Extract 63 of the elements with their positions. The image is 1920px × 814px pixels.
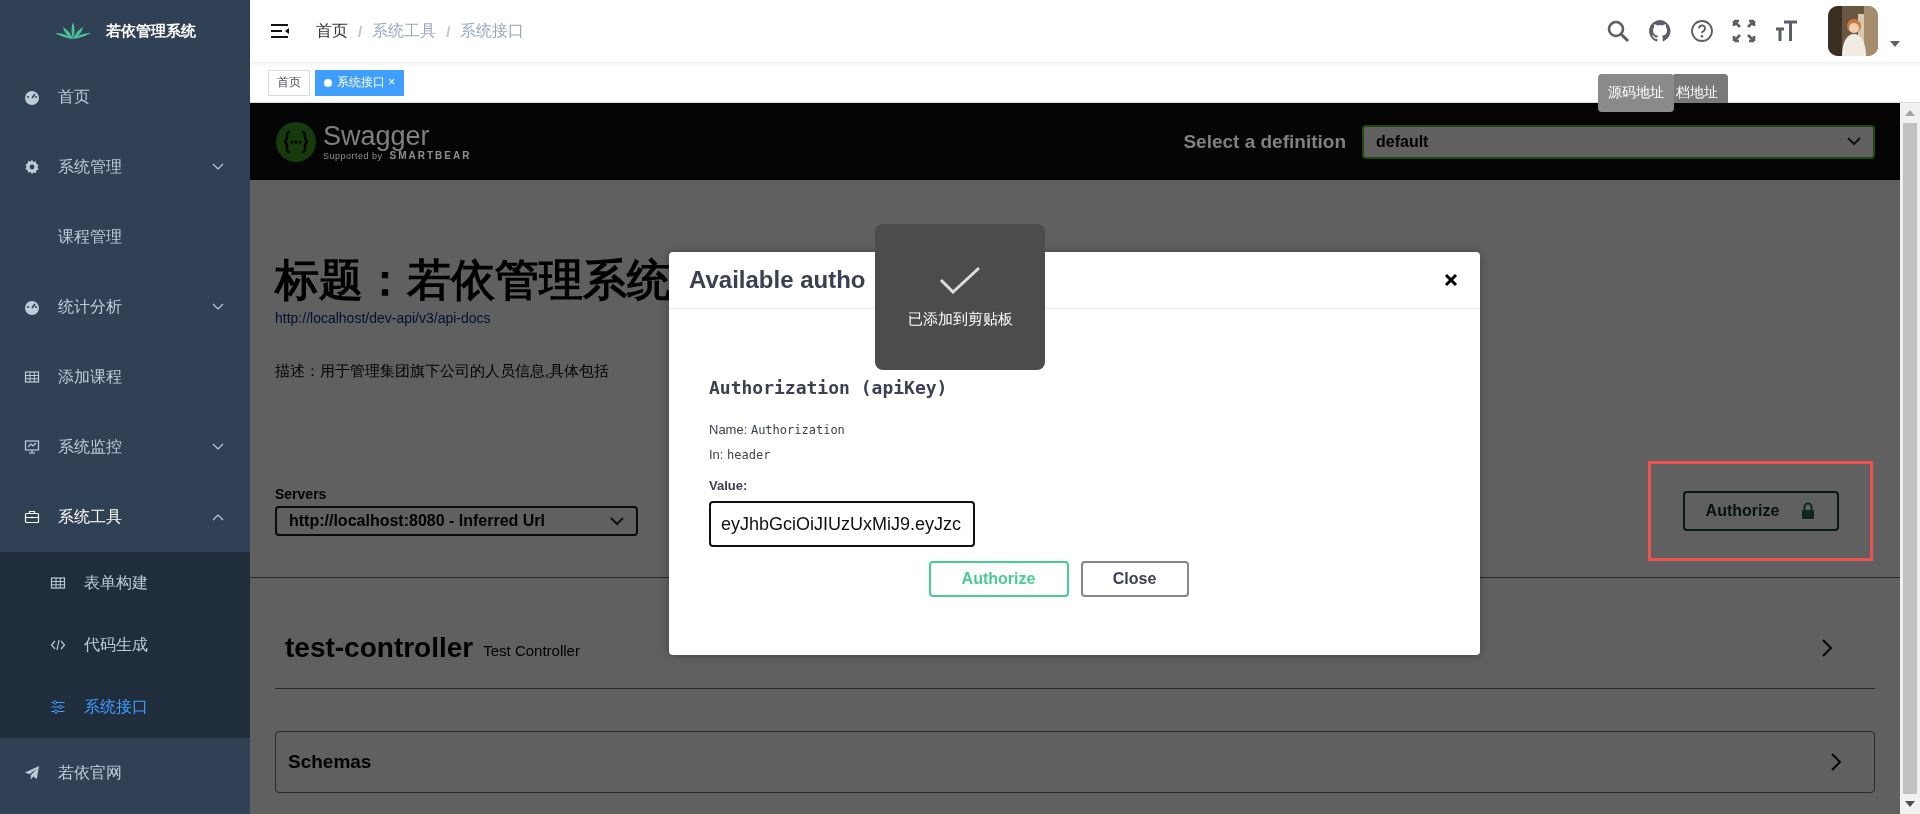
github-icon[interactable] bbox=[1648, 19, 1672, 43]
monitor-icon bbox=[24, 439, 40, 455]
breadcrumb-separator: / bbox=[446, 22, 451, 40]
brand-tagline: Supported by SMARTBEAR bbox=[323, 150, 472, 161]
value-label: Value: bbox=[709, 478, 749, 493]
help-icon[interactable] bbox=[1690, 19, 1714, 43]
breadcrumb-separator: / bbox=[358, 22, 363, 40]
scrollbar[interactable] bbox=[1900, 103, 1920, 814]
sidebar-item[interactable]: 课程管理 bbox=[0, 202, 250, 272]
sidebar-item[interactable]: 若依官网 bbox=[0, 738, 250, 808]
sidebar-item[interactable]: 系统监控 bbox=[0, 412, 250, 482]
gauge-icon bbox=[24, 299, 40, 315]
location-field-text: In: header bbox=[709, 447, 772, 462]
sidebar-subitem[interactable]: 表单构建 bbox=[0, 552, 250, 614]
scheme-title: Authorization (apiKey) bbox=[709, 377, 949, 398]
toast-message: 已添加到剪贴板 bbox=[907, 309, 1013, 329]
scroll-thumb[interactable] bbox=[1903, 123, 1917, 794]
app-title: 若依管理系统 bbox=[106, 21, 196, 41]
gauge-icon bbox=[24, 89, 40, 105]
table-icon bbox=[24, 369, 40, 385]
menu-icon[interactable] bbox=[270, 23, 290, 39]
lock-icon bbox=[1801, 502, 1816, 520]
breadcrumb-item: 首页 bbox=[316, 20, 348, 41]
checkmark-icon bbox=[939, 265, 981, 294]
api-description: 描述：用于管理集团旗下公司的人员信息,具体包括 bbox=[275, 362, 610, 381]
sidebar-item[interactable]: 系统工具 bbox=[0, 482, 250, 552]
table-icon bbox=[50, 575, 66, 591]
swagger-logo-icon bbox=[275, 120, 317, 163]
fullscreen-icon[interactable] bbox=[1732, 19, 1756, 43]
name-field-text: Name: Authorization bbox=[709, 422, 846, 437]
server-select[interactable]: http://localhost:8080 - Inferred Url bbox=[275, 506, 638, 536]
definition-label: Select a definition bbox=[1183, 130, 1346, 153]
sidebar-item[interactable]: 添加课程 bbox=[0, 342, 250, 412]
dialog-title: Available autho bbox=[689, 266, 866, 294]
tag-name: test-controller bbox=[285, 632, 474, 664]
page-tab[interactable]: 首页 bbox=[268, 69, 310, 96]
tag-description: Test Controller bbox=[483, 641, 580, 659]
tooltip: 源码地址 bbox=[1598, 74, 1674, 112]
leaf-logo-icon bbox=[54, 21, 92, 41]
api-title: 标题：若依管理系统 bbox=[275, 254, 671, 306]
schemas-title: Schemas bbox=[288, 751, 372, 773]
scroll-down-icon[interactable] bbox=[1905, 801, 1915, 807]
chevron-down-icon[interactable] bbox=[610, 516, 624, 526]
close-icon[interactable] bbox=[1444, 273, 1458, 287]
definition-select[interactable]: default bbox=[1362, 124, 1875, 159]
code-icon bbox=[50, 637, 66, 653]
sliders-icon bbox=[50, 699, 66, 715]
gear-icon bbox=[24, 159, 40, 175]
search-icon[interactable] bbox=[1606, 19, 1630, 43]
sidebar-item[interactable]: 统计分析 bbox=[0, 272, 250, 342]
close-button[interactable]: Close bbox=[1080, 561, 1189, 597]
chevron-down-icon[interactable] bbox=[1847, 137, 1861, 146]
text-size-icon[interactable] bbox=[1774, 19, 1798, 43]
schemas-panel[interactable]: Schemas bbox=[275, 731, 1875, 793]
sidebar-subitem[interactable]: 代码生成 bbox=[0, 614, 250, 676]
value-input[interactable]: eyJhbGciOiJIUzUxMiJ9.eyJzc bbox=[709, 501, 975, 547]
paper-plane-icon bbox=[24, 765, 40, 781]
caret-down-icon[interactable] bbox=[1890, 41, 1900, 47]
briefcase-icon bbox=[24, 509, 40, 525]
sidebar-subitem[interactable]: 系统接口 bbox=[0, 676, 250, 738]
servers-label: Servers bbox=[275, 486, 328, 502]
sidebar-item[interactable]: 系统管理 bbox=[0, 132, 250, 202]
sidebar-item[interactable]: 首页 bbox=[0, 62, 250, 132]
